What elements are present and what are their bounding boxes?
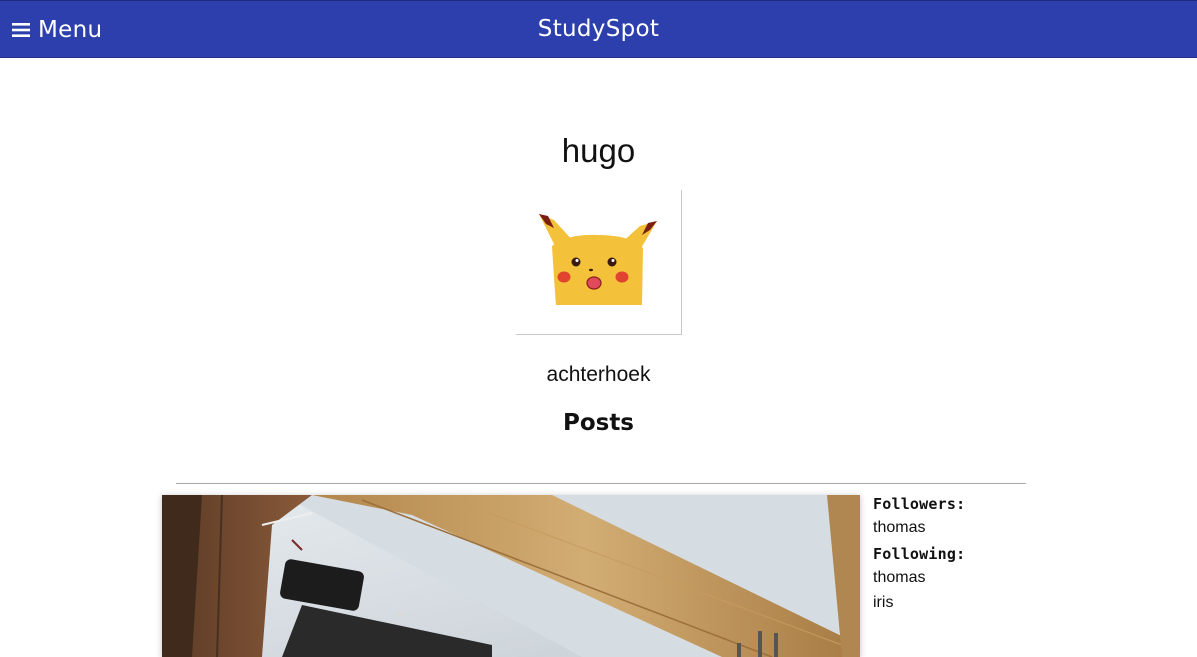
avatar	[516, 190, 682, 335]
profile-location: achterhoek	[546, 363, 651, 386]
follower-link[interactable]: thomas	[873, 515, 1173, 540]
following-link[interactable]: iris	[873, 590, 1173, 615]
posts-heading: Posts	[562, 410, 635, 436]
brand-title[interactable]: StudySpot	[0, 16, 1197, 42]
post-photo-wooden-beam-ceiling	[162, 495, 860, 657]
following-link[interactable]: thomas	[873, 565, 1173, 590]
followers-heading: Followers:	[873, 495, 966, 513]
follow-panel: Followers: thomas Following: thomas iris	[873, 494, 1173, 615]
top-navbar: Menu StudySpot	[0, 0, 1197, 58]
divider	[176, 483, 1026, 484]
post-image[interactable]	[162, 495, 860, 657]
following-heading: Following:	[873, 545, 966, 563]
profile-username: hugo	[561, 132, 636, 169]
surprised-pikachu-avatar	[539, 214, 657, 305]
